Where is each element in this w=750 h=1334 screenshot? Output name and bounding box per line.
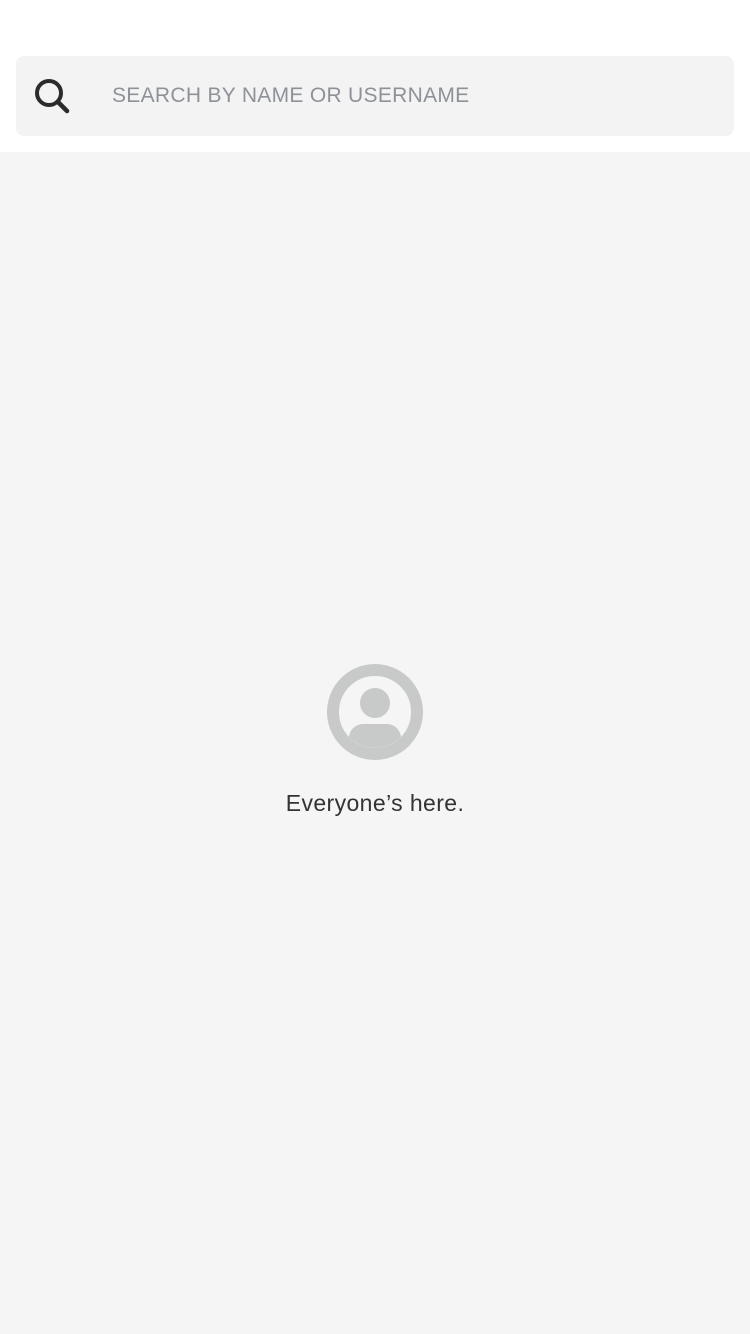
user-avatar-icon	[327, 664, 423, 760]
search-input[interactable]	[112, 56, 722, 136]
empty-state-message: Everyone’s here.	[285, 790, 465, 816]
empty-state: Everyone’s here.	[0, 664, 750, 817]
content-area: Everyone’s here.	[0, 152, 750, 1334]
search-box[interactable]	[16, 56, 734, 136]
search-header	[0, 0, 750, 152]
search-icon[interactable]	[32, 76, 72, 116]
screen: Everyone’s here.	[0, 0, 750, 1334]
